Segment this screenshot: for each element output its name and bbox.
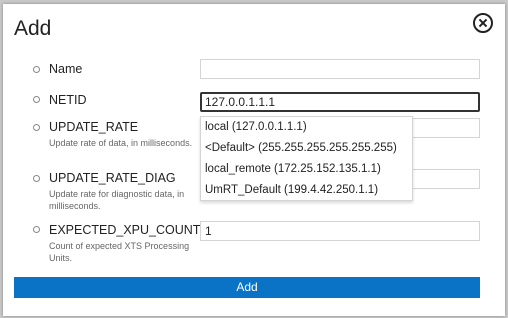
- dropdown-option[interactable]: UmRT_Default (199.4.42.250.1.1): [201, 180, 412, 201]
- expected-xpu-count-help: Count of expected XTS Processing Units.: [49, 241, 190, 263]
- dropdown-option[interactable]: local_remote (172.25.152.135.1.1): [201, 159, 412, 180]
- add-button[interactable]: Add: [14, 277, 480, 298]
- expected-xpu-count-label: EXPECTED_XPU_COUNT: [49, 223, 201, 237]
- close-icon[interactable]: [473, 13, 493, 33]
- netid-input[interactable]: 127.0.0.1.1.1: [200, 92, 480, 112]
- bullet-icon: [33, 226, 40, 233]
- update-rate-diag-label: UPDATE_RATE_DIAG: [49, 171, 176, 185]
- dropdown-option[interactable]: local (127.0.0.1.1.1): [201, 117, 412, 138]
- dropdown-option[interactable]: <Default> (255.255.255.255.255.255): [201, 138, 412, 159]
- name-input[interactable]: [200, 59, 480, 79]
- name-label: Name: [49, 62, 83, 76]
- update-rate-diag-help: Update rate for diagnostic data, in mill…: [49, 189, 185, 211]
- update-rate-label: UPDATE_RATE: [49, 120, 139, 134]
- bullet-icon: [33, 124, 40, 131]
- bullet-icon: [33, 96, 40, 103]
- update-rate-help: Update rate of data, in milliseconds.: [49, 138, 193, 148]
- dialog-title: Add: [14, 17, 52, 40]
- netid-label: NETID: [49, 93, 87, 107]
- bullet-icon: [33, 66, 40, 73]
- add-dialog: Add Name NETID 127.0.0.1.1.1 UPDATE_RATE…: [3, 4, 505, 316]
- bullet-icon: [33, 175, 40, 182]
- expected-xpu-count-input[interactable]: 1: [200, 221, 480, 241]
- netid-dropdown: local (127.0.0.1.1.1) <Default> (255.255…: [200, 116, 413, 201]
